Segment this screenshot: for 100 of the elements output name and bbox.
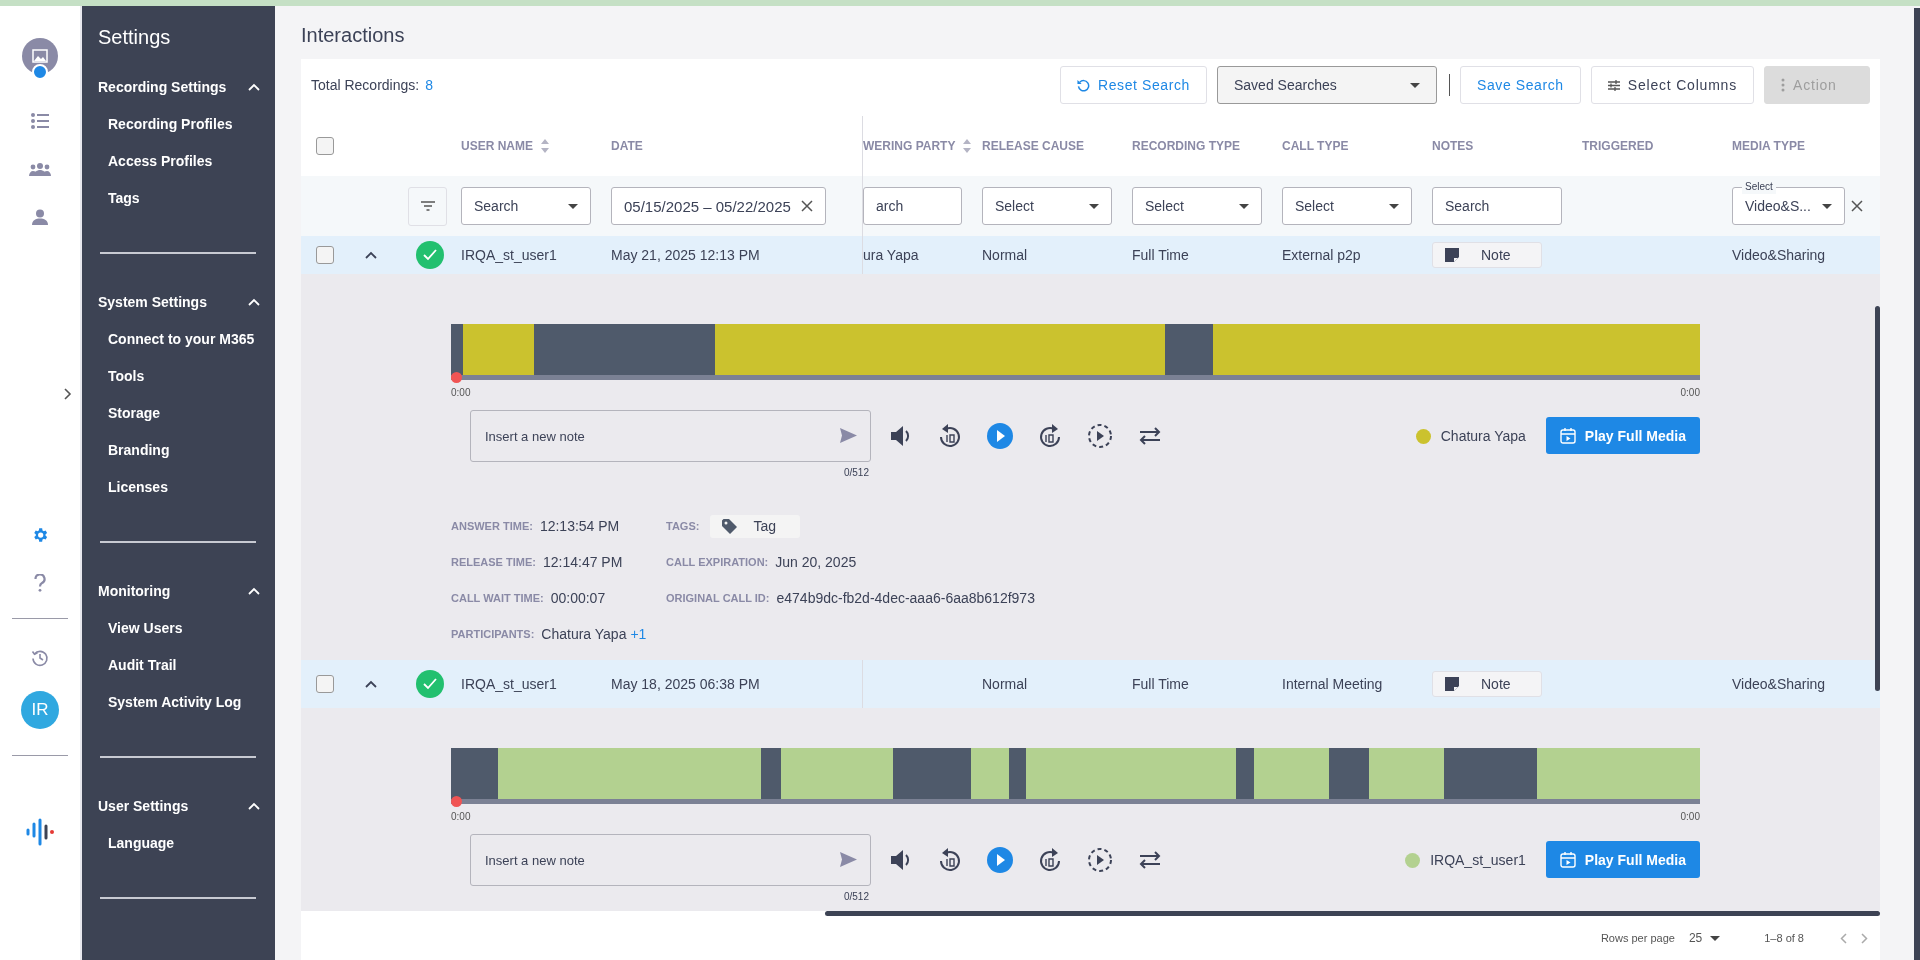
rewind-10-icon[interactable] (939, 848, 961, 872)
sidebar-item[interactable]: Storage (98, 394, 275, 431)
sidebar-item[interactable]: Tools (98, 357, 275, 394)
sidebar-item[interactable]: System Activity Log (98, 683, 275, 720)
speaker-timeline[interactable] (451, 324, 1700, 375)
caret-icon (1410, 82, 1420, 88)
sidebar-item[interactable]: Connect to your M365 (98, 320, 275, 357)
progress-slider[interactable] (451, 796, 1700, 807)
table-cell: IRQA_st_user1 (461, 247, 557, 263)
sidebar-item[interactable]: Language (98, 824, 275, 861)
row-checkbox[interactable] (316, 675, 334, 693)
swap-arrows-icon[interactable] (1139, 851, 1161, 869)
saved-searches-dropdown[interactable]: Saved Searches (1217, 66, 1437, 104)
forward-10-icon[interactable] (1039, 848, 1061, 872)
help-icon[interactable] (34, 574, 46, 592)
swap-arrows-icon[interactable] (1139, 427, 1161, 445)
play-icon[interactable] (987, 847, 1013, 873)
note-button[interactable]: Note (1432, 671, 1542, 697)
sidebar-item[interactable]: Licenses (98, 468, 275, 505)
speaker-timeline[interactable] (451, 748, 1700, 799)
play-full-media-button[interactable]: Play Full Media (1545, 841, 1700, 878)
sort-icon[interactable] (963, 139, 972, 153)
note-input[interactable]: Insert a new note (470, 410, 871, 462)
reset-search-button[interactable]: Reset Search (1059, 66, 1207, 104)
select-columns-button[interactable]: Select Columns (1590, 66, 1754, 104)
filter-select[interactable]: Search (461, 187, 591, 225)
table-cell: Full Time (1132, 247, 1189, 263)
send-icon[interactable] (840, 852, 857, 867)
note-input[interactable]: Insert a new note (470, 834, 871, 886)
chevron-right-icon[interactable] (64, 388, 72, 400)
sidebar-item[interactable]: Recording Profiles (98, 105, 275, 142)
table-cell: Full Time (1132, 676, 1189, 692)
floating-label: Select (1742, 180, 1776, 194)
filter-field[interactable]: Search (1432, 187, 1562, 225)
save-search-button[interactable]: Save Search (1460, 66, 1581, 104)
character-count: 0/512 (843, 467, 869, 478)
next-page-icon[interactable] (1861, 932, 1868, 944)
play-icon[interactable] (987, 423, 1013, 449)
filter-select[interactable]: Select (1282, 187, 1412, 225)
history-icon[interactable] (31, 649, 49, 667)
sidebar-item[interactable]: Access Profiles (98, 142, 275, 179)
filter-field[interactable]: arch (863, 187, 962, 225)
row-checkbox[interactable] (316, 246, 334, 264)
select-all-checkbox[interactable] (316, 137, 334, 155)
section-header[interactable]: Recording Settings (98, 69, 260, 105)
section-header[interactable]: System Settings (98, 284, 260, 320)
success-icon (416, 241, 444, 269)
send-icon[interactable] (840, 428, 857, 443)
rewind-10-icon[interactable] (939, 424, 961, 448)
progress-slider[interactable] (451, 372, 1700, 383)
dashed-play-icon[interactable] (1087, 847, 1113, 873)
clear-icon[interactable] (1851, 200, 1863, 212)
dashed-play-icon[interactable] (1087, 423, 1113, 449)
page-range: 1–8 of 8 (1764, 932, 1804, 944)
sort-icon[interactable] (541, 139, 549, 153)
table-cell: Video&Sharing (1732, 247, 1826, 263)
note-icon (1445, 248, 1459, 262)
sidebar-item[interactable]: Tags (98, 179, 275, 216)
vertical-scrollbar[interactable] (1875, 306, 1880, 691)
table-cell: ura Yapa (863, 247, 919, 263)
filter-select[interactable]: Select (1132, 187, 1262, 225)
list-icon[interactable] (31, 113, 49, 129)
section-header[interactable]: User Settings (98, 788, 260, 824)
forward-10-icon[interactable] (1039, 424, 1061, 448)
logo-icon (25, 818, 55, 846)
filter-button[interactable] (408, 186, 447, 226)
sidebar-item[interactable]: Audit Trail (98, 646, 275, 683)
group-icon[interactable] (29, 162, 51, 176)
horizontal-scrollbar[interactable] (825, 911, 1880, 916)
table-cell: External p2p (1282, 247, 1361, 263)
date-range-field[interactable]: 05/15/2025 – 05/22/2025 (611, 187, 826, 225)
page-scrollbar[interactable] (1914, 8, 1920, 960)
speaker-name: IRQA_st_user1 (1430, 852, 1526, 868)
table-cell: Video&Sharing (1732, 676, 1826, 692)
table-cell: Internal Meeting (1282, 676, 1383, 692)
note-icon (1445, 677, 1459, 691)
rows-per-page-label: Rows per page (1600, 932, 1675, 944)
detail-value: e474b9dc-fb2d-4dec-aaa6-6aa8b612f973 (776, 590, 1035, 606)
calendar-play-icon (1559, 851, 1576, 868)
rows-per-page-select[interactable]: 25 (1682, 930, 1727, 946)
caret-icon (1389, 203, 1399, 209)
sidebar-title: Settings (98, 26, 172, 49)
clear-icon[interactable] (801, 200, 813, 212)
caret-icon (1239, 203, 1249, 209)
chevron-up-icon[interactable] (365, 251, 377, 259)
chevron-up-icon[interactable] (365, 680, 377, 688)
tag-chip[interactable]: Tag (710, 514, 800, 538)
play-full-media-button[interactable]: Play Full Media (1545, 417, 1700, 454)
sidebar-item[interactable]: Branding (98, 431, 275, 468)
sidebar-item[interactable]: View Users (98, 609, 275, 646)
filter-select[interactable]: Select (982, 187, 1112, 225)
table-cell: IRQA_st_user1 (461, 676, 557, 692)
detail-label: TAGS: (666, 520, 700, 532)
section-header[interactable]: Monitoring (98, 573, 260, 609)
previous-page-icon[interactable] (1840, 932, 1847, 944)
person-icon[interactable] (32, 209, 48, 225)
table-cell: Normal (982, 247, 1028, 263)
detail-value: Jun 20, 2025 (775, 554, 857, 570)
end-time: 0:00 (1680, 811, 1700, 822)
note-button[interactable]: Note (1432, 242, 1542, 268)
